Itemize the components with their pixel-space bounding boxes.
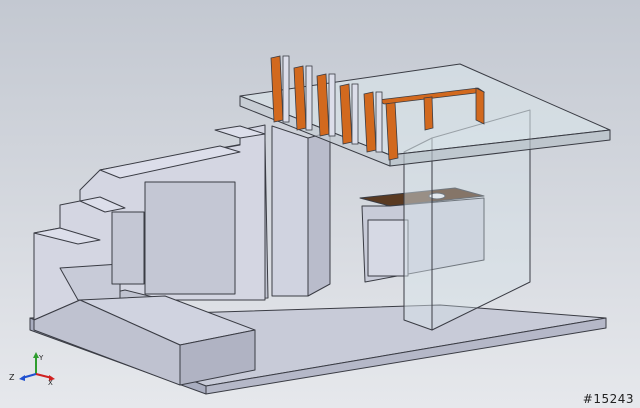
loft-frame-side[interactable] — [475, 87, 485, 125]
watermark-id: #15243 — [582, 392, 634, 406]
y-axis-label: Y — [38, 354, 44, 362]
coordinate-triad: Z Y X — [9, 352, 55, 386]
doorway[interactable] — [144, 181, 236, 295]
z-axis-label: Z — [9, 373, 15, 382]
central-column-front[interactable] — [271, 125, 309, 297]
cad-model-view[interactable] — [0, 0, 640, 408]
z-axis-arrowhead-icon — [19, 375, 25, 381]
x-axis-label: X — [48, 379, 53, 386]
cabinet-door[interactable] — [367, 219, 409, 277]
beam-cap-3 — [328, 73, 336, 137]
central-column-side[interactable] — [307, 131, 331, 297]
3d-viewport[interactable]: Z Y X #15243 — [0, 0, 640, 408]
beam-cap-1 — [282, 55, 290, 123]
beam-cap-5 — [375, 91, 383, 153]
glass-partition[interactable] — [403, 137, 433, 331]
niche[interactable] — [111, 211, 145, 285]
loft-frame-post[interactable] — [423, 96, 434, 131]
beam-cap-4 — [351, 83, 359, 145]
beam-cap-2 — [305, 65, 313, 131]
